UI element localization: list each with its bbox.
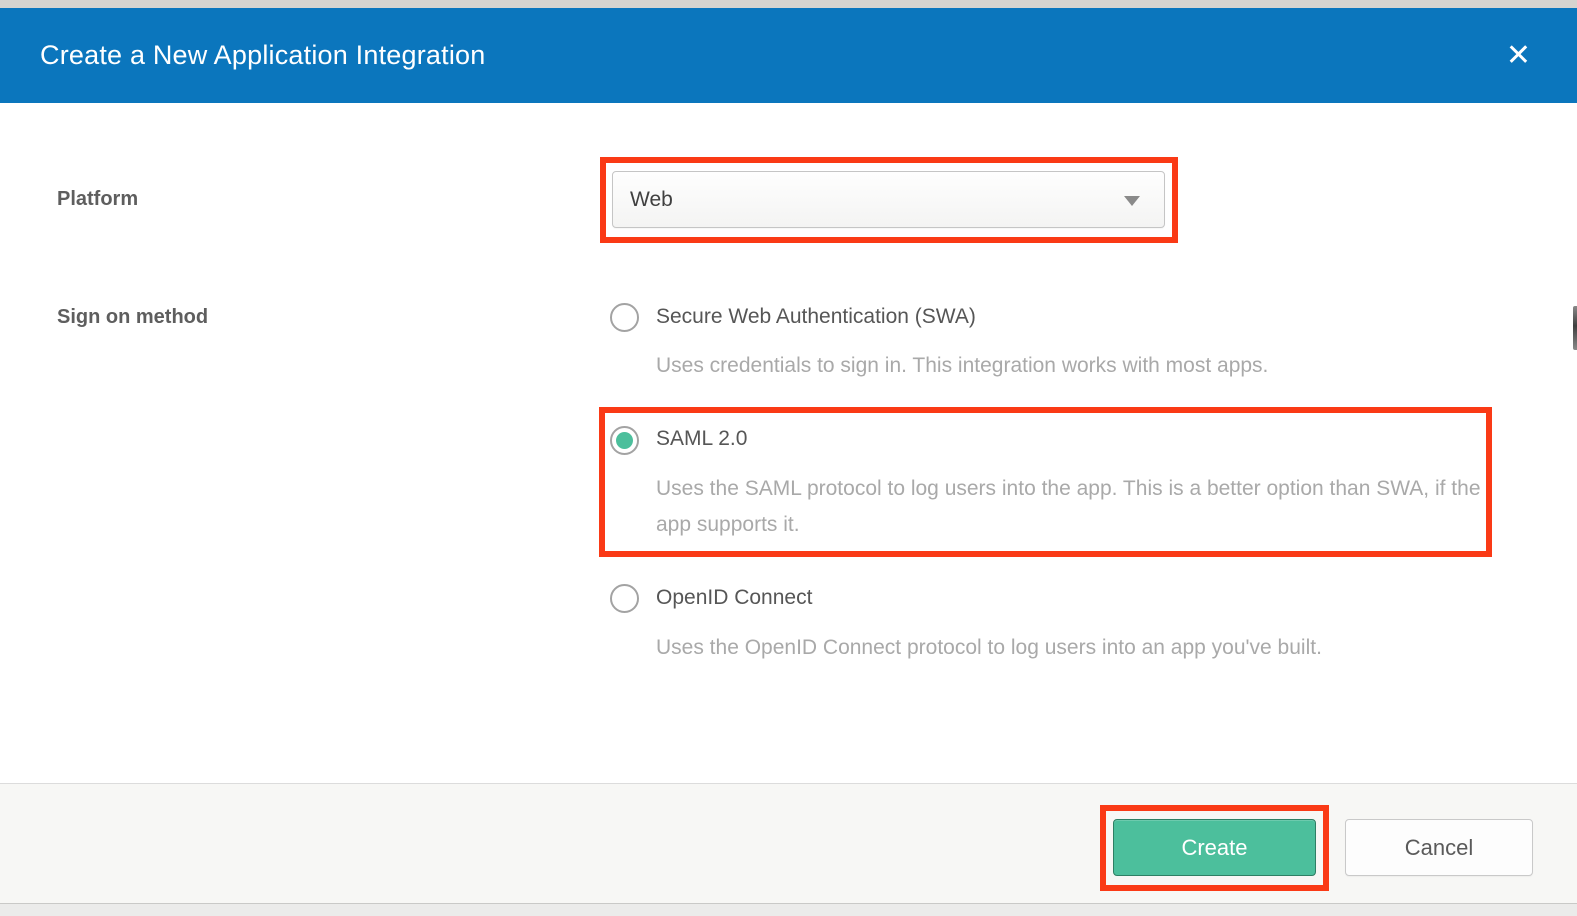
cancel-button[interactable]: Cancel <box>1345 819 1533 876</box>
radio-oidc-description: Uses the OpenID Connect protocol to log … <box>656 630 1536 666</box>
radio-saml-label[interactable]: SAML 2.0 <box>656 424 747 454</box>
radio-swa-label[interactable]: Secure Web Authentication (SWA) <box>656 302 976 332</box>
dialog-title: Create a New Application Integration <box>0 40 485 71</box>
dialog-footer: Create Cancel <box>0 783 1577 903</box>
background-bottom-strip <box>0 903 1577 916</box>
create-button[interactable]: Create <box>1113 819 1316 876</box>
radio-saml-description: Uses the SAML protocol to log users into… <box>656 471 1486 543</box>
dialog-header: Create a New Application Integration ✕ <box>0 8 1577 103</box>
background-edge-artifact <box>1573 306 1577 350</box>
platform-label: Platform <box>57 185 138 213</box>
radio-oidc[interactable] <box>610 584 639 613</box>
radio-saml[interactable] <box>610 426 639 455</box>
radio-dot <box>616 432 633 449</box>
background-top-strip <box>0 0 1577 8</box>
chevron-down-icon <box>1124 196 1140 206</box>
radio-swa-description: Uses credentials to sign in. This integr… <box>656 348 1516 384</box>
sign-on-method-label: Sign on method <box>57 303 208 331</box>
radio-oidc-label[interactable]: OpenID Connect <box>656 583 812 613</box>
platform-select[interactable]: Web <box>612 171 1165 228</box>
close-icon[interactable]: ✕ <box>1506 41 1531 71</box>
platform-select-value: Web <box>613 188 673 212</box>
radio-swa[interactable] <box>610 303 639 332</box>
